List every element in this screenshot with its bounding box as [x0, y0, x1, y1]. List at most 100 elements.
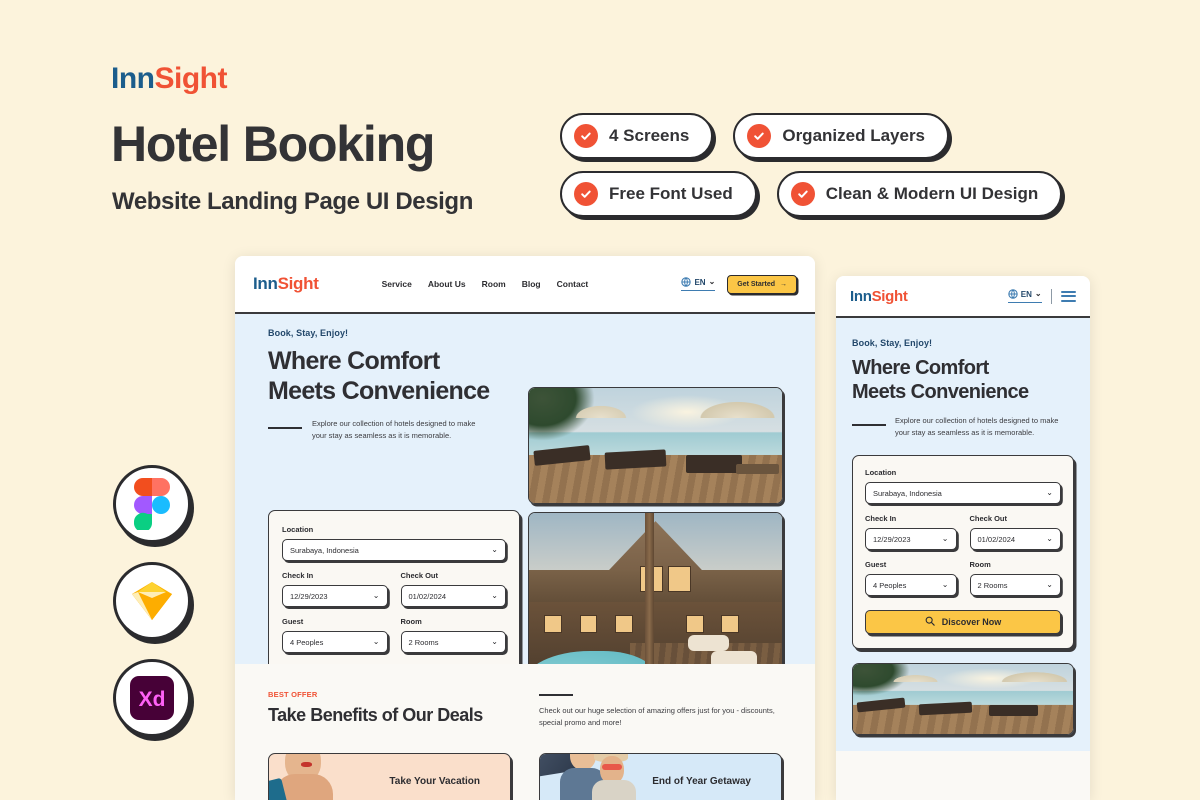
- checkin-label: Check In: [282, 571, 314, 580]
- mobile-hero-eyebrow: Book, Stay, Enjoy!: [852, 338, 933, 348]
- chevron-down-icon: ⌄: [1034, 289, 1042, 298]
- hero-heading: Where Comfort Meets Convenience: [268, 347, 528, 406]
- mobile-navbar: InnSight EN ⌄: [836, 276, 1090, 318]
- mobile-logo-sight: Sight: [871, 287, 908, 305]
- checkout-select[interactable]: 01/02/2024 ⌄: [400, 585, 506, 607]
- chevron-down-icon: ⌄: [491, 545, 498, 554]
- language-value: EN: [694, 277, 706, 287]
- checkin-value: 12/29/2023: [873, 534, 911, 544]
- room-value: 2 Rooms: [408, 637, 439, 647]
- arrow-right-icon: →: [780, 280, 787, 288]
- room-select[interactable]: 2 Rooms ⌄: [400, 631, 506, 653]
- feature-badge: Free Font Used: [560, 171, 757, 217]
- checkout-value: 01/02/2024: [977, 534, 1016, 544]
- chevron-down-icon: ⌄: [491, 637, 498, 646]
- discover-now-label: Discover Now: [941, 617, 1002, 627]
- deals-eyebrow: BEST OFFER: [268, 690, 318, 699]
- checkin-select[interactable]: 12/29/2023 ⌄: [282, 585, 388, 607]
- mobile-hero-photo-pool: [852, 663, 1074, 735]
- check-circle-icon: [574, 124, 598, 148]
- mobile-hero-description: Explore our collection of hotels designe…: [895, 416, 1059, 437]
- globe-icon: [1008, 289, 1018, 299]
- hero-heading-line1: Where Comfort: [268, 347, 440, 375]
- deals-description: Check out our huge selection of amazing …: [539, 706, 775, 727]
- get-started-button[interactable]: Get Started →: [727, 274, 797, 294]
- nav-link-room[interactable]: Room: [482, 279, 506, 289]
- guest-select[interactable]: 4 Peoples ⌄: [282, 631, 388, 653]
- room-select[interactable]: 2 Rooms ⌄: [969, 574, 1061, 596]
- chevron-down-icon: ⌄: [491, 591, 498, 600]
- chevron-down-icon: ⌄: [708, 277, 716, 286]
- language-selector[interactable]: EN ⌄: [681, 277, 716, 291]
- deal-card-title: Take Your Vacation: [389, 775, 480, 787]
- nav-link-blog[interactable]: Blog: [522, 279, 541, 289]
- feature-badge: Clean & Modern UI Design: [776, 171, 1063, 217]
- navbar-logo[interactable]: InnSight: [253, 274, 319, 294]
- svg-text:Xd: Xd: [139, 688, 166, 711]
- brand-text-sight: Sight: [154, 62, 228, 95]
- guest-value: 4 Peoples: [873, 580, 907, 590]
- desktop-hero-section: Book, Stay, Enjoy! Where Comfort Meets C…: [235, 314, 815, 717]
- vertical-divider: [1050, 288, 1052, 304]
- location-label: Location: [282, 525, 314, 534]
- chevron-down-icon: ⌄: [1046, 580, 1053, 589]
- checkin-select[interactable]: 12/29/2023 ⌄: [865, 528, 957, 550]
- navbar-logo-inn: Inn: [253, 274, 278, 293]
- checkout-select[interactable]: 01/02/2024 ⌄: [969, 528, 1061, 550]
- deal-photo-woman: [269, 754, 345, 800]
- deal-card-getaway[interactable]: End of Year Getaway: [539, 753, 782, 800]
- checkout-label: Check Out: [400, 571, 439, 580]
- get-started-label: Get Started: [737, 280, 775, 288]
- navbar-links: Service About Us Room Blog Contact: [382, 279, 589, 289]
- feature-badge-group: 4 Screens Organized Layers Free Font Use…: [560, 113, 1100, 229]
- brand-text-inn: Inn: [111, 62, 155, 95]
- deals-heading: Take Benefits of Our Deals: [268, 705, 483, 725]
- page-title: Hotel Booking: [111, 116, 435, 172]
- page-subtitle: Website Landing Page UI Design: [112, 188, 473, 215]
- location-select[interactable]: Surabaya, Indonesia ⌄: [865, 482, 1061, 504]
- mobile-navbar-logo[interactable]: InnSight: [850, 288, 908, 305]
- chevron-down-icon: ⌄: [1046, 534, 1053, 543]
- deal-card-vacation[interactable]: Take Your Vacation: [268, 753, 511, 800]
- hamburger-menu-icon[interactable]: [1061, 290, 1076, 302]
- mobile-hero-section: Book, Stay, Enjoy! Where Comfort Meets C…: [836, 318, 1090, 751]
- feature-badge-label: Free Font Used: [609, 184, 733, 203]
- hero-photo-pool: [528, 387, 783, 504]
- feature-badge-label: Clean & Modern UI Design: [825, 184, 1039, 203]
- checkin-value: 12/29/2023: [290, 591, 328, 601]
- check-circle-icon: [747, 124, 772, 148]
- discover-now-button[interactable]: Discover Now: [865, 610, 1061, 634]
- navbar-logo-sight: Sight: [277, 274, 319, 293]
- deals-section: BEST OFFER Take Benefits of Our Deals Ch…: [235, 664, 815, 800]
- location-select[interactable]: Surabaya, Indonesia ⌄: [282, 539, 506, 561]
- hero-eyebrow: Book, Stay, Enjoy!: [268, 328, 349, 338]
- deal-photo-couple: [540, 754, 638, 800]
- hero-description: Explore our collection of hotels designe…: [312, 419, 476, 440]
- feature-badge-label: Organized Layers: [782, 126, 926, 145]
- nav-link-contact[interactable]: Contact: [557, 279, 589, 289]
- checkout-label: Check Out: [969, 514, 1008, 523]
- tool-icon-group: Xd: [113, 465, 191, 756]
- mobile-language-selector[interactable]: EN ⌄: [1007, 289, 1042, 303]
- chevron-down-icon: ⌄: [372, 637, 380, 646]
- hero-heading-line2: Meets Convenience: [268, 376, 490, 405]
- location-value: Surabaya, Indonesia: [873, 488, 942, 498]
- mobile-hero-dash-divider: [852, 424, 886, 426]
- nav-link-about-us[interactable]: About Us: [428, 279, 466, 289]
- hero-dash-divider: [268, 427, 302, 429]
- mobile-booking-search-form: Location Surabaya, Indonesia ⌄ Check In …: [852, 455, 1074, 649]
- mobile-logo-inn: Inn: [850, 287, 872, 305]
- figma-icon: [113, 465, 191, 543]
- room-label: Room: [969, 560, 991, 569]
- nav-link-service[interactable]: Service: [382, 279, 412, 289]
- guest-label: Guest: [282, 617, 304, 626]
- search-icon: [925, 616, 935, 628]
- promo-brand-logo: InnSight: [111, 62, 227, 96]
- location-label: Location: [865, 468, 897, 477]
- guest-select[interactable]: 4 Peoples ⌄: [865, 574, 957, 596]
- mobile-language-value: EN: [1020, 289, 1032, 299]
- check-circle-icon: [790, 182, 815, 206]
- desktop-mockup: InnSight Service About Us Room Blog Cont…: [235, 256, 815, 800]
- sketch-icon: [113, 562, 191, 640]
- deals-dash-divider: [539, 694, 573, 696]
